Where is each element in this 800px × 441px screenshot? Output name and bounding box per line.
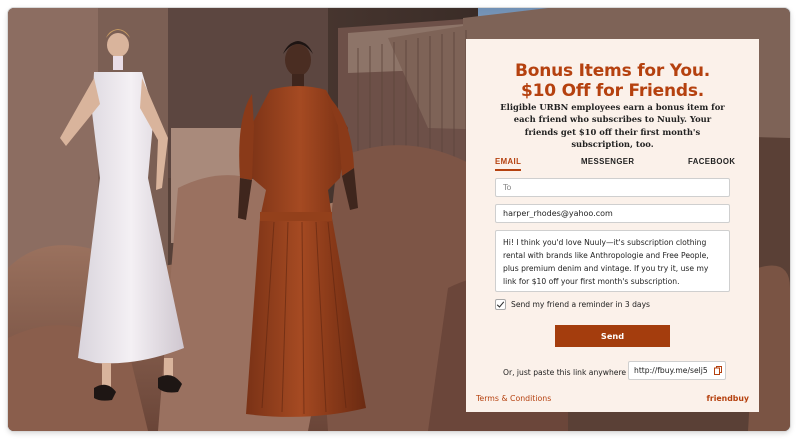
headline-line-1: Bonus Items for You. bbox=[515, 61, 710, 81]
copy-icon bbox=[714, 366, 722, 375]
send-button[interactable]: Send bbox=[555, 325, 670, 347]
referral-panel: Bonus Items for You. $10 Off for Friends… bbox=[466, 39, 759, 412]
reminder-label: Send my friend a reminder in 3 days bbox=[511, 299, 651, 309]
tab-facebook[interactable]: FACEBOOK bbox=[688, 157, 735, 166]
share-tabs: EMAIL MESSENGER FACEBOOK bbox=[495, 157, 735, 171]
headline-line-2: $10 Off for Friends. bbox=[520, 81, 705, 101]
message-textarea[interactable]: Hi! I think you'd love Nuuly—it's subscr… bbox=[495, 230, 730, 292]
tab-email[interactable]: EMAIL bbox=[495, 157, 522, 171]
friendbuy-link[interactable]: friendbuy bbox=[706, 394, 749, 403]
app-window: Bonus Items for You. $10 Off for Friends… bbox=[8, 8, 790, 431]
headline: Bonus Items for You. $10 Off for Friends… bbox=[466, 61, 759, 101]
share-link-field[interactable]: http://fbuy.me/selj5 bbox=[628, 361, 726, 380]
reminder-option: Send my friend a reminder in 3 days bbox=[495, 297, 650, 311]
copy-link-button[interactable] bbox=[711, 362, 725, 379]
reminder-checkbox[interactable] bbox=[495, 298, 506, 310]
checkmark-icon bbox=[496, 300, 505, 308]
paste-link-label: Or, just paste this link anywhere bbox=[503, 368, 627, 377]
description: Eligible URBN employees earn a bonus ite… bbox=[500, 102, 725, 150]
tab-messenger[interactable]: MESSENGER bbox=[581, 157, 634, 166]
terms-link[interactable]: Terms & Conditions bbox=[476, 394, 551, 403]
to-email-input[interactable] bbox=[495, 178, 730, 197]
from-email-input[interactable] bbox=[495, 204, 730, 223]
share-link-text[interactable]: http://fbuy.me/selj5 bbox=[629, 366, 711, 375]
